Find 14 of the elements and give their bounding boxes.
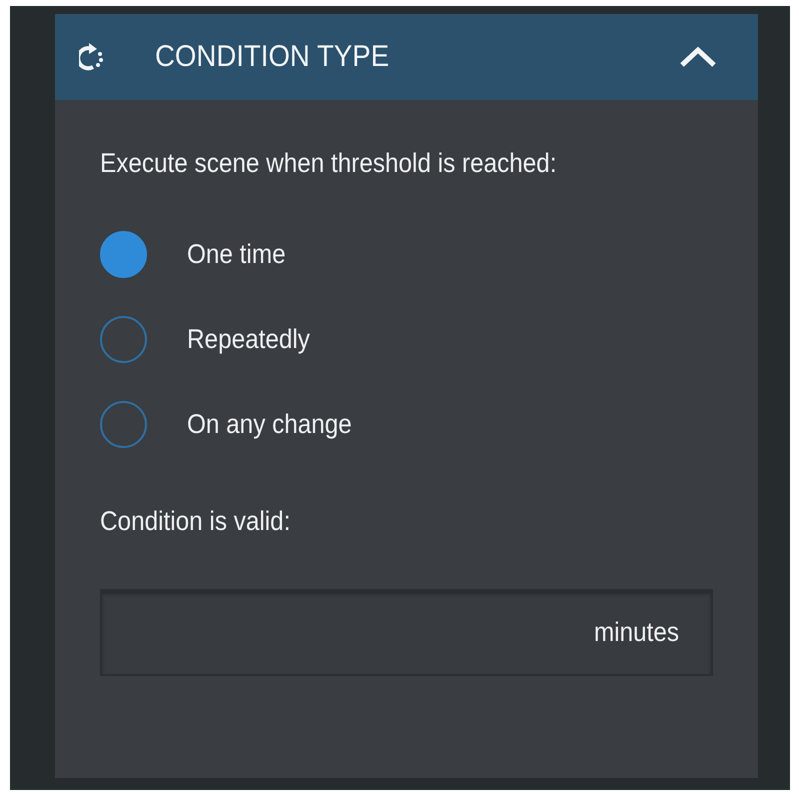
radio-button[interactable]	[100, 401, 147, 448]
radio-option[interactable]: Repeatedly	[100, 316, 758, 363]
unit-text: minutes	[594, 617, 680, 648]
panel-title: CONDITION TYPE	[155, 40, 390, 74]
chevron-up-icon[interactable]	[678, 45, 718, 69]
prompt-text: Execute scene when threshold is reached:	[100, 148, 558, 179]
field-label: Condition is valid:	[100, 506, 292, 537]
radio-option[interactable]: On any change	[100, 401, 758, 448]
radio-option[interactable]: One time	[100, 231, 758, 278]
radio-button[interactable]	[100, 316, 147, 363]
refresh-icon	[79, 41, 105, 73]
panel-header[interactable]: CONDITION TYPE	[55, 14, 758, 100]
duration-field[interactable]: minutes	[100, 589, 713, 676]
radio-button[interactable]	[100, 231, 147, 278]
